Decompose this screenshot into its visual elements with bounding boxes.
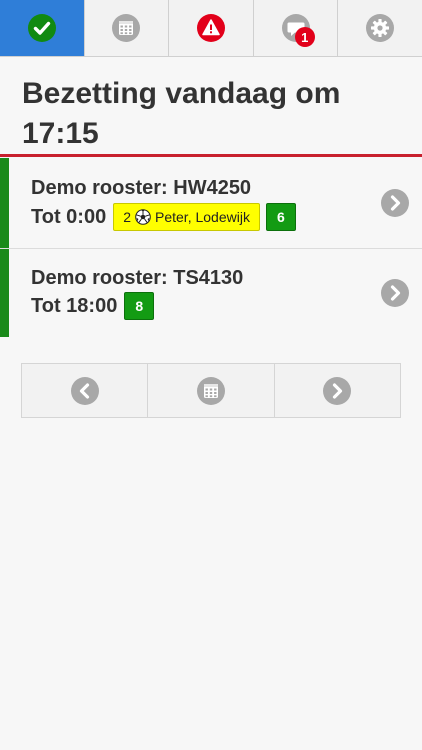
status-stripe	[0, 158, 9, 248]
unread-badge: 1	[294, 27, 315, 47]
chevron-left-icon	[70, 376, 99, 405]
tab-bar: 1	[0, 0, 422, 57]
check-icon	[27, 14, 56, 42]
absence-count: 2	[123, 209, 131, 225]
tab-settings[interactable]	[338, 0, 422, 56]
tab-calendar[interactable]	[85, 0, 170, 56]
chevron-right-icon[interactable]	[380, 278, 410, 308]
tab-overview[interactable]	[0, 0, 85, 56]
list-item[interactable]: Demo rooster: TS4130 Tot 18:00 8	[0, 249, 422, 337]
absence-names: Peter, Lodewijk	[155, 209, 250, 225]
staff-count-badge: 8	[124, 292, 155, 320]
pick-date-button[interactable]	[148, 364, 275, 417]
soccer-ball-icon	[135, 209, 151, 225]
roster-time: Tot 0:00	[31, 205, 107, 228]
roster-details: Tot 18:00 8	[31, 292, 155, 320]
previous-day-button[interactable]	[22, 364, 149, 417]
page-title: Bezetting vandaag om 17:15	[22, 77, 341, 150]
status-stripe	[0, 249, 9, 337]
chevron-right-icon[interactable]	[380, 188, 410, 218]
warning-icon	[196, 14, 225, 42]
tab-warnings[interactable]	[169, 0, 254, 56]
roster-title: Demo rooster: TS4130	[31, 267, 244, 289]
calendar-icon	[112, 14, 141, 42]
title-divider	[0, 154, 422, 157]
next-day-button[interactable]	[275, 364, 400, 417]
roster-title: Demo rooster: HW4250	[31, 177, 252, 199]
tab-messages[interactable]: 1	[254, 0, 339, 56]
chevron-right-icon	[323, 376, 352, 405]
roster-details: Tot 0:00 2 Peter, Lodewijk 6	[31, 203, 296, 231]
list-item[interactable]: Demo rooster: HW4250 Tot 0:00 2 Peter, L…	[0, 158, 422, 249]
date-pager	[21, 363, 401, 418]
roster-time: Tot 18:00	[31, 294, 118, 317]
absence-chip[interactable]: 2 Peter, Lodewijk	[113, 203, 260, 231]
gear-icon	[366, 14, 395, 42]
calendar-icon	[196, 376, 225, 405]
staff-count-badge: 6	[265, 203, 296, 231]
